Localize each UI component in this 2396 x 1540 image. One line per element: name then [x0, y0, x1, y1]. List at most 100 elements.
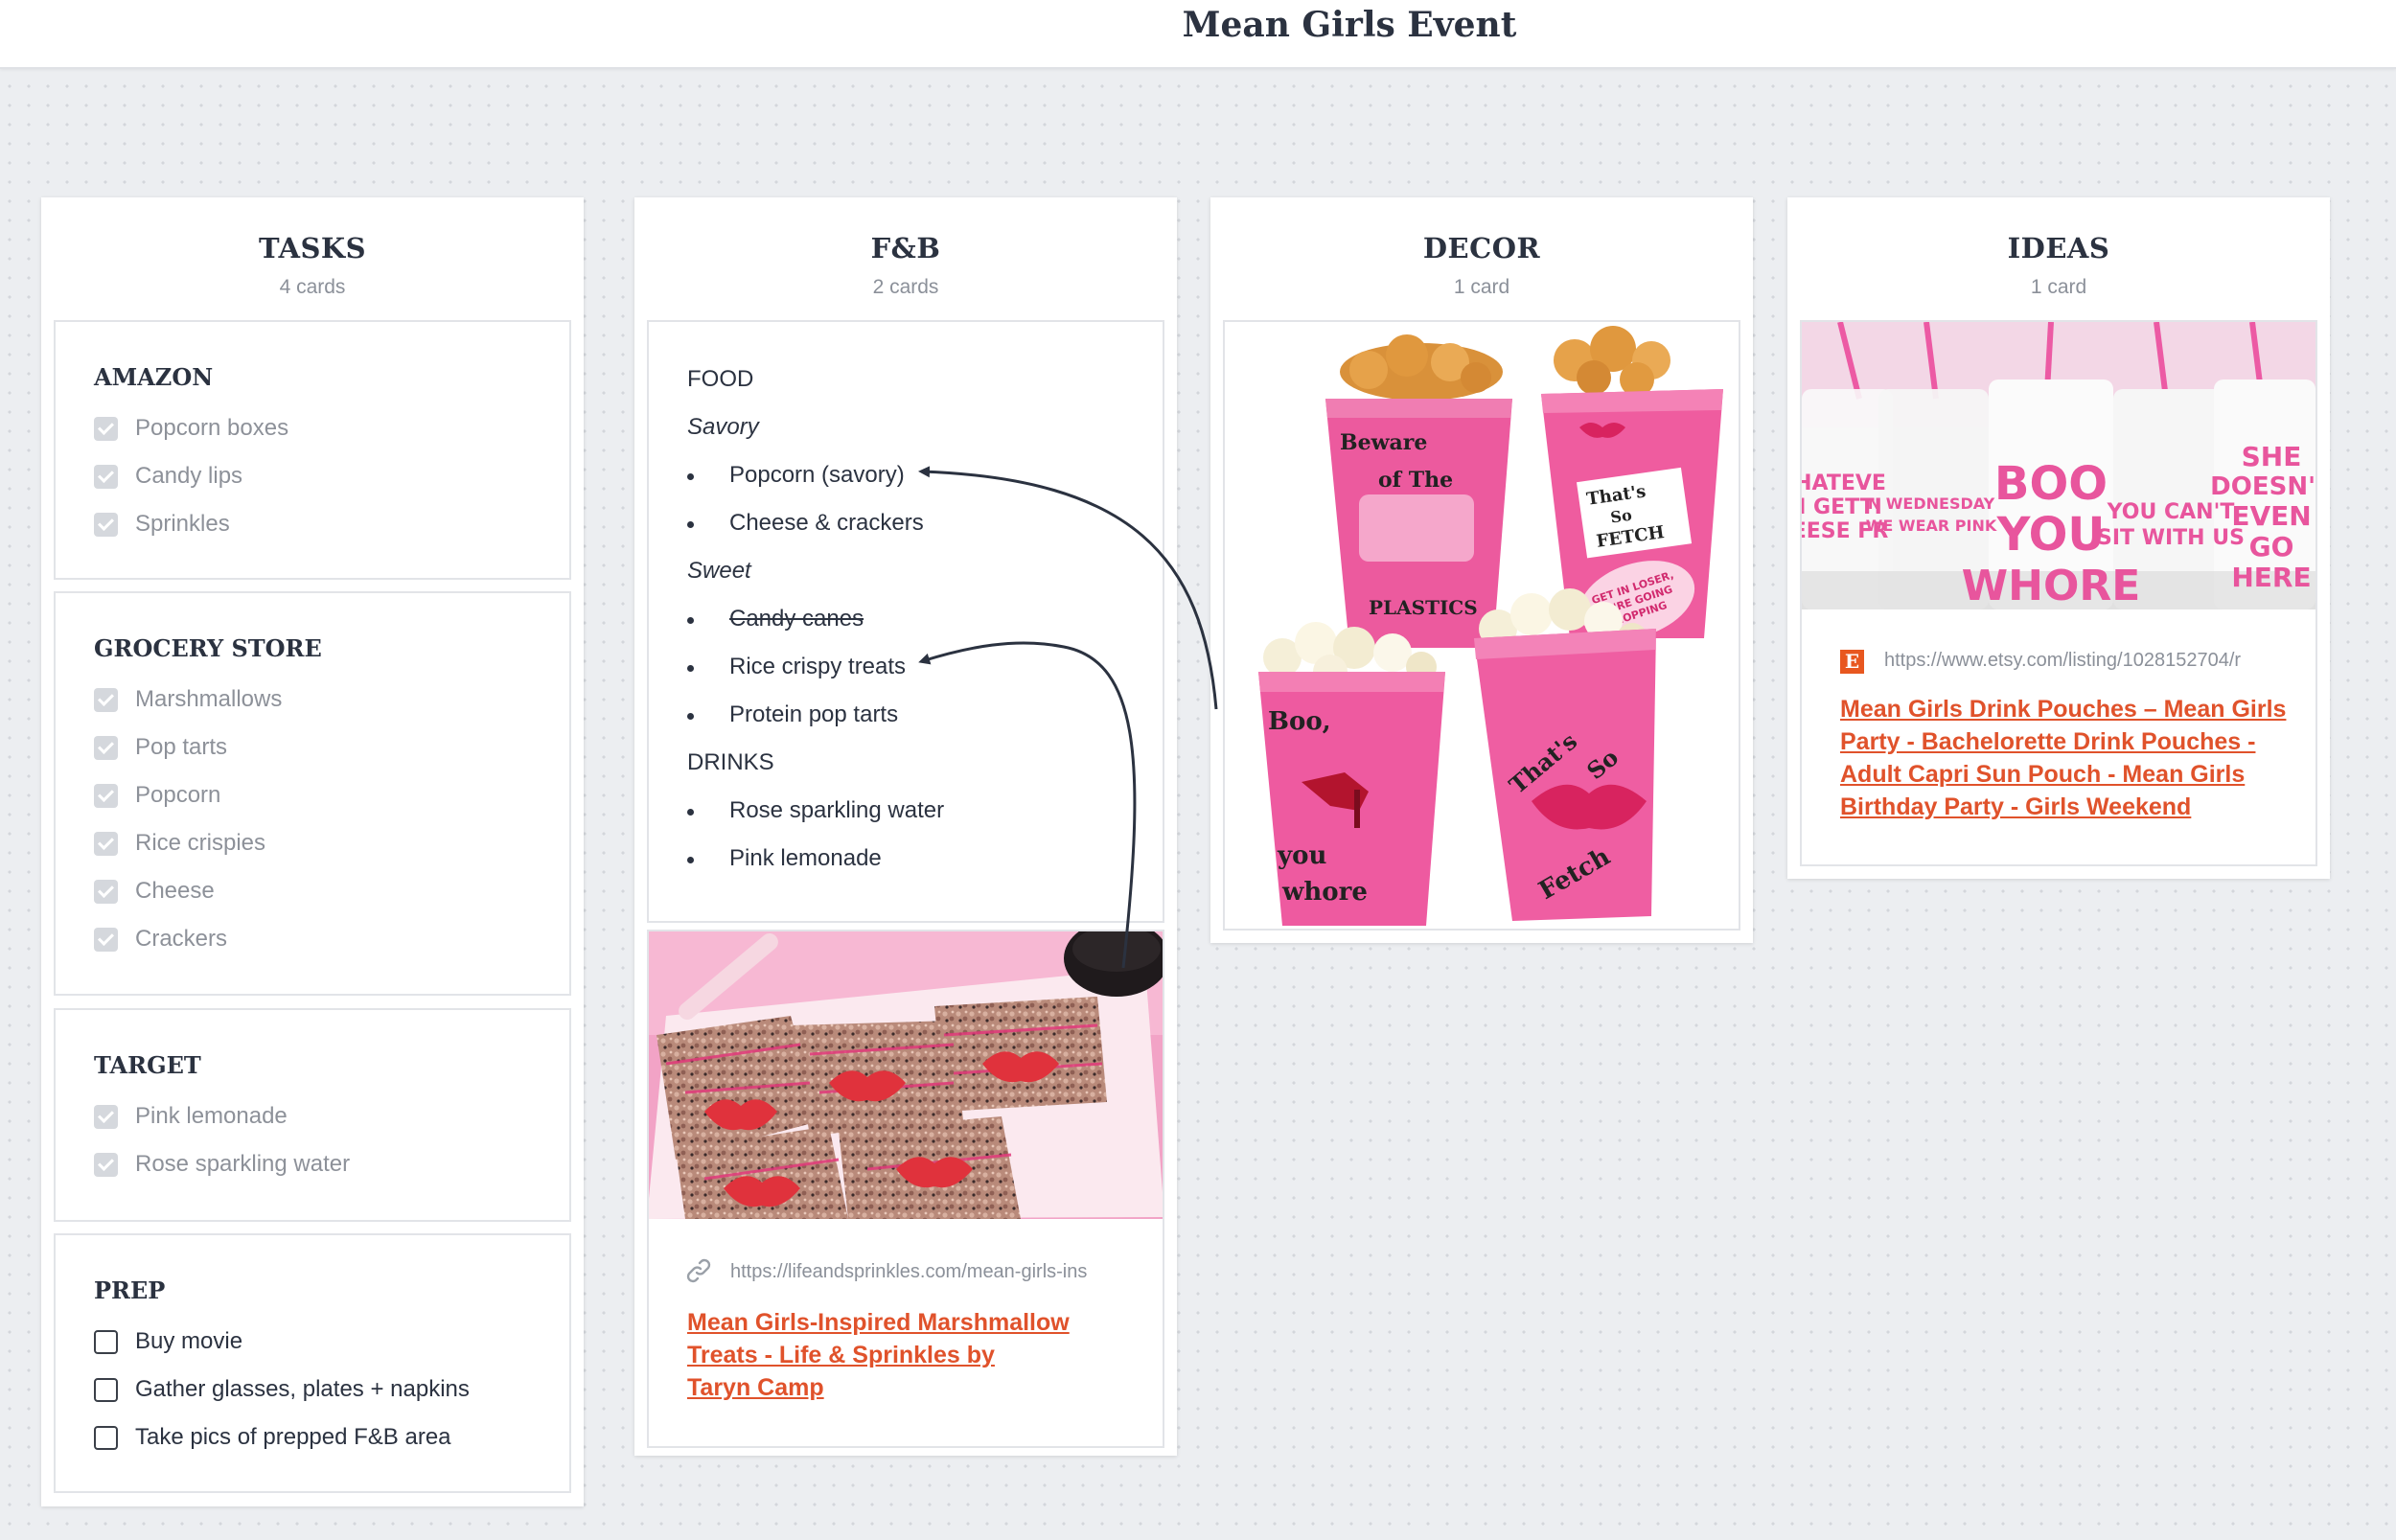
- note-subheading-savory: Savory: [687, 414, 759, 440]
- checkbox-unchecked[interactable]: [94, 1329, 118, 1354]
- column-decor[interactable]: DECOR 1 card Beware of The PLASTICS That…: [1210, 197, 1753, 943]
- box-text: PLASTICS: [1369, 596, 1478, 619]
- link-title-line[interactable]: Adult Capri Sun Pouch - Mean Girls: [1840, 758, 2300, 791]
- etsy-icon: E: [1840, 650, 1864, 674]
- checkbox-checked[interactable]: [94, 416, 118, 441]
- checkbox-checked[interactable]: [94, 879, 118, 904]
- note-heading-food: FOOD: [687, 366, 754, 392]
- note-list-item-text: Popcorn (savory): [729, 462, 905, 488]
- link-title[interactable]: Mean Girls Drink Pouches – Mean Girls Pa…: [1840, 693, 2300, 823]
- note-card-food-list[interactable]: FOOD Savory Popcorn (savory) Cheese & cr…: [647, 320, 1164, 923]
- column-header: IDEAS 1 card: [1787, 197, 2330, 321]
- checklist-item[interactable]: Cheese: [94, 877, 215, 906]
- rice-crispy-treats-image[interactable]: [647, 930, 1164, 1219]
- checklist-item-label: Marshmallows: [135, 686, 283, 712]
- card-heading: AMAZON: [94, 363, 214, 391]
- column-card-count: 1 card: [2030, 276, 2087, 298]
- pouch-text: DOESN'T: [2210, 472, 2315, 501]
- checklist-item[interactable]: Take pics of prepped F&B area: [94, 1423, 451, 1452]
- checkbox-checked[interactable]: [94, 735, 118, 760]
- link-title[interactable]: Mean Girls-Inspired Marshmallow Treats -…: [687, 1306, 1138, 1404]
- image-card-popcorn-boxes[interactable]: Beware of The PLASTICS That's So FETCH G…: [1223, 320, 1740, 931]
- link-card-marshmallow-treats[interactable]: https://lifeandsprinkles.com/mean-girls-…: [647, 930, 1164, 1448]
- checklist-item[interactable]: Buy movie: [94, 1327, 242, 1356]
- note-heading-drinks: DRINKS: [687, 749, 774, 775]
- box-text: Boo,: [1268, 707, 1331, 736]
- checklist-item[interactable]: Sprinkles: [94, 510, 230, 539]
- box-text: whore: [1281, 878, 1368, 907]
- checklist-item-label: Gather glasses, plates + napkins: [135, 1376, 470, 1402]
- note-list-item-text: Rice crispy treats: [729, 654, 907, 679]
- checkbox-checked[interactable]: [94, 927, 118, 952]
- checklist-item[interactable]: Gather glasses, plates + napkins: [94, 1375, 470, 1404]
- column-title[interactable]: IDEAS: [1787, 232, 2330, 264]
- note-list-item-text: Protein pop tarts: [729, 701, 899, 727]
- column-card-count: 2 cards: [872, 276, 939, 298]
- checkbox-unchecked[interactable]: [94, 1425, 118, 1450]
- note-list-item-text: Candy canes: [729, 606, 864, 632]
- bullet-icon: [687, 473, 694, 480]
- column-header: DECOR 1 card: [1210, 197, 1753, 321]
- checklist-item-label: Sprinkles: [135, 511, 230, 537]
- column-title[interactable]: F&B: [634, 232, 1177, 264]
- bullet-icon: [687, 713, 694, 720]
- checklist-item-label: Pop tarts: [135, 734, 228, 760]
- pouch-text: WHORE: [1962, 562, 2141, 609]
- column-title[interactable]: DECOR: [1210, 232, 1753, 264]
- checklist-item[interactable]: Candy lips: [94, 462, 242, 491]
- link-url[interactable]: https://lifeandsprinkles.com/mean-girls-…: [730, 1261, 1133, 1283]
- column-ideas[interactable]: IDEAS 1 card HATEVE I GETTI EESE FR N WE…: [1787, 197, 2330, 879]
- bullet-icon: [687, 665, 694, 672]
- task-card-grocery-store[interactable]: GROCERY STORE Marshmallows Pop tarts Pop…: [54, 591, 571, 996]
- column-tasks[interactable]: TASKS 4 cards AMAZON Popcorn boxes Candy…: [41, 197, 584, 1506]
- checkbox-unchecked[interactable]: [94, 1377, 118, 1402]
- checklist-item[interactable]: Rice crispies: [94, 829, 265, 858]
- note-list-item-text: Cheese & crackers: [729, 510, 924, 536]
- link-title-line[interactable]: Party - Bachelorette Drink Pouches -: [1840, 725, 2300, 758]
- top-bar: Mean Girls Event: [0, 0, 2396, 69]
- column-card-count: 4 cards: [279, 276, 346, 298]
- pouch-text: YOU CAN'T: [2107, 500, 2235, 524]
- checklist-item[interactable]: Marshmallows: [94, 685, 282, 714]
- checkbox-checked[interactable]: [94, 1152, 118, 1177]
- checklist-item[interactable]: Popcorn: [94, 781, 220, 810]
- checkbox-checked[interactable]: [94, 831, 118, 856]
- checkbox-checked[interactable]: [94, 687, 118, 712]
- pouch-text: EVEN: [2231, 500, 2311, 532]
- bullet-icon: [687, 521, 694, 528]
- link-title-line[interactable]: Treats - Life & Sprinkles by: [687, 1339, 1138, 1371]
- column-header: F&B 2 cards: [634, 197, 1177, 321]
- checkbox-checked[interactable]: [94, 512, 118, 537]
- pouch-text: SIT WITH US: [2097, 526, 2245, 550]
- link-title-line[interactable]: Mean Girls-Inspired Marshmallow: [687, 1306, 1138, 1339]
- popcorn-boxes-image[interactable]: Beware of The PLASTICS That's So FETCH G…: [1225, 322, 1739, 929]
- task-card-prep[interactable]: PREP Buy movie Gather glasses, plates + …: [54, 1233, 571, 1493]
- link-title-line[interactable]: Mean Girls Drink Pouches – Mean Girls: [1840, 693, 2300, 725]
- box-text: So: [1609, 506, 1633, 527]
- pouch-text: YOU: [1996, 508, 2106, 562]
- pouch-text: HATEVE: [1802, 471, 1886, 495]
- link-card-drink-pouches[interactable]: HATEVE I GETTI EESE FR N WEDNESDAY WE WE…: [1800, 320, 2317, 866]
- bullet-icon: [687, 617, 694, 624]
- task-card-target[interactable]: TARGET Pink lemonade Rose sparkling wate…: [54, 1008, 571, 1222]
- task-card-amazon[interactable]: AMAZON Popcorn boxes Candy lips Sprinkle…: [54, 320, 571, 580]
- checklist-item[interactable]: Popcorn boxes: [94, 414, 288, 443]
- checklist-item[interactable]: Pop tarts: [94, 733, 227, 762]
- checklist-item[interactable]: Rose sparkling water: [94, 1150, 350, 1179]
- pouch-text: SHE: [2242, 441, 2302, 472]
- drink-pouches-image[interactable]: HATEVE I GETTI EESE FR N WEDNESDAY WE WE…: [1802, 322, 2315, 609]
- column-fb[interactable]: F&B 2 cards FOOD Savory Popcorn (savory)…: [634, 197, 1177, 1456]
- pouch-text: BOO: [1994, 457, 2108, 511]
- checkbox-checked[interactable]: [94, 464, 118, 489]
- column-title[interactable]: TASKS: [41, 232, 584, 264]
- checkbox-checked[interactable]: [94, 1104, 118, 1129]
- checkbox-checked[interactable]: [94, 783, 118, 808]
- link-title-line[interactable]: Birthday Party - Girls Weekend: [1840, 791, 2300, 823]
- checklist-item[interactable]: Crackers: [94, 925, 227, 954]
- checklist-item[interactable]: Pink lemonade: [94, 1102, 288, 1131]
- link-title-line[interactable]: Taryn Camp: [687, 1371, 1138, 1404]
- bullet-icon: [687, 857, 694, 863]
- link-url[interactable]: https://www.etsy.com/listing/1028152704/…: [1884, 650, 2287, 672]
- board-title[interactable]: Mean Girls Event: [0, 0, 2396, 50]
- card-heading: TARGET: [94, 1051, 201, 1079]
